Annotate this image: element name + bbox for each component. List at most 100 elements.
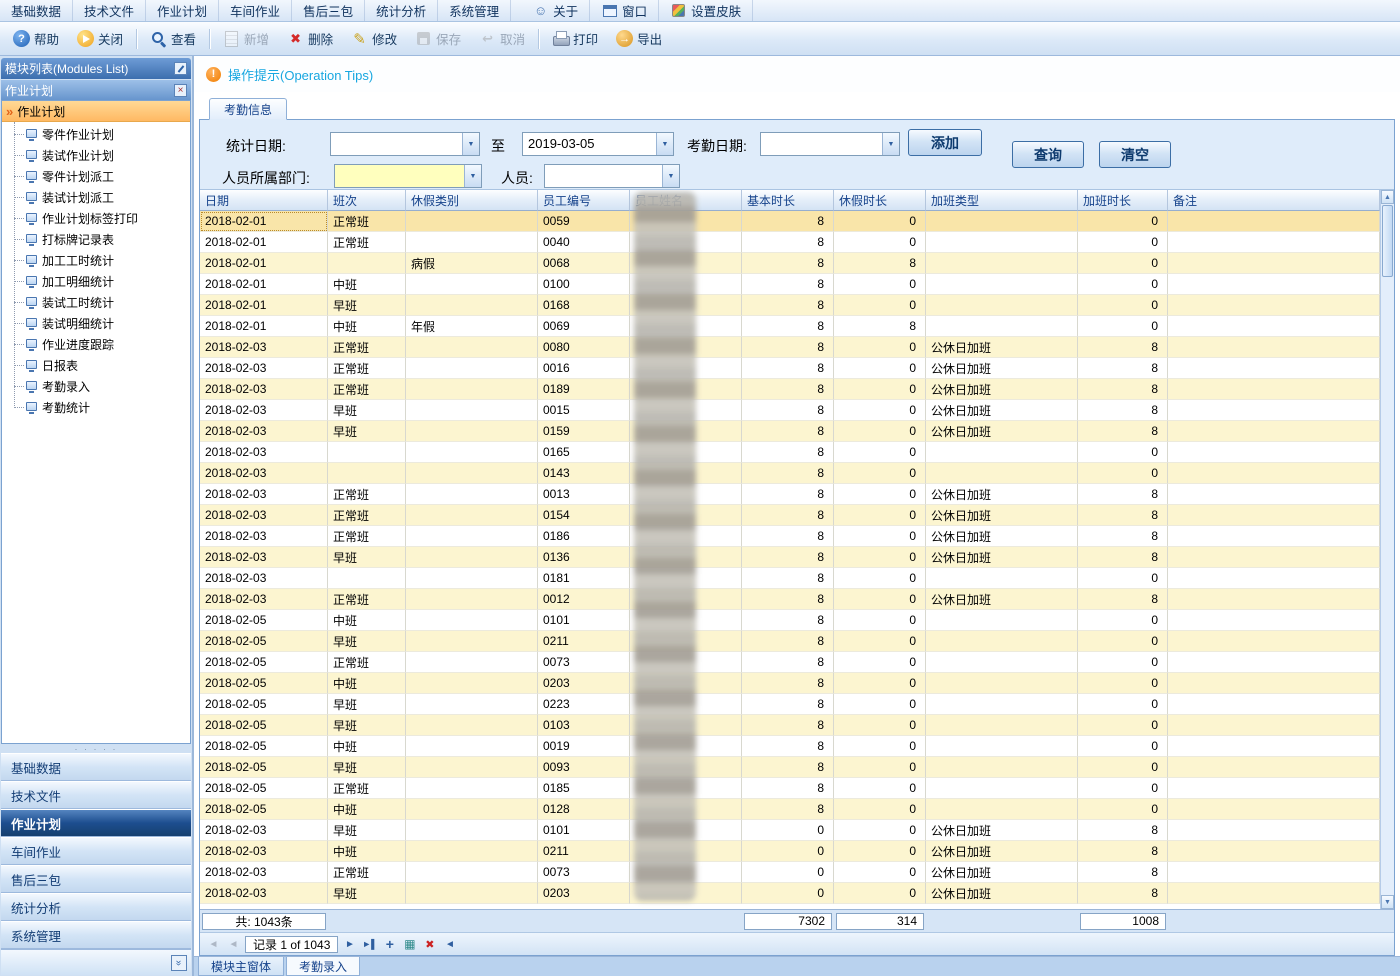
nav-prev-record-button[interactable] (225, 936, 242, 952)
vertical-scrollbar[interactable] (1380, 190, 1394, 909)
menu-icon-item-1[interactable]: 窗口 (590, 0, 660, 21)
toolbar-help-button[interactable]: 帮助 (4, 26, 68, 51)
bottom-tab-1[interactable]: 考勤录入 (286, 957, 361, 976)
sidebar-nav-2[interactable]: 作业计划 (1, 809, 191, 837)
tree-item-0[interactable]: 零件作业计划 (12, 124, 190, 145)
toolbar-print-button[interactable]: 打印 (543, 26, 607, 51)
double-chevron-icon[interactable] (171, 954, 187, 971)
stat-date-to-combo[interactable]: 2019-03-05 (522, 132, 674, 156)
nav-delete-button[interactable] (421, 936, 438, 952)
toolbar-cancel-button[interactable]: 取消 (470, 26, 534, 51)
dropdown-arrow-icon[interactable] (662, 165, 679, 187)
table-row[interactable]: 2018-02-01 正常班 0059 8 0 0 (200, 211, 1380, 232)
scroll-down-icon[interactable] (1381, 895, 1394, 909)
close-icon[interactable] (174, 83, 187, 97)
toolbar-add-button[interactable]: 新增 (214, 26, 278, 51)
person-combo[interactable] (544, 164, 680, 188)
table-row[interactable]: 2018-02-05 中班 0128 8 0 0 (200, 799, 1380, 820)
add-button[interactable]: 添加 (908, 129, 982, 156)
menu-icon-item-0[interactable]: 关于 (521, 0, 591, 21)
table-row[interactable]: 2018-02-03 正常班 0013 8 0 公休日加班 8 (200, 484, 1380, 505)
toolbar-export-button[interactable]: 导出 (607, 26, 671, 51)
table-row[interactable]: 2018-02-05 早班 0103 8 0 0 (200, 715, 1380, 736)
table-row[interactable]: 2018-02-03 正常班 0186 8 0 公休日加班 8 (200, 526, 1380, 547)
table-row[interactable]: 2018-02-03 0165 8 0 0 (200, 442, 1380, 463)
sidebar-nav-0[interactable]: 基础数据 (1, 753, 191, 781)
column-header-7[interactable]: 加班类型 (926, 190, 1078, 211)
column-header-2[interactable]: 休假类别 (406, 190, 538, 211)
tree-item-8[interactable]: 装试工时统计 (12, 292, 190, 313)
table-row[interactable]: 2018-02-03 早班 0101 0 0 公休日加班 8 (200, 820, 1380, 841)
toolbar-modify-button[interactable]: 修改 (342, 26, 406, 51)
tree-item-5[interactable]: 打标牌记录表 (12, 229, 190, 250)
table-row[interactable]: 2018-02-05 中班 0019 8 0 0 (200, 736, 1380, 757)
menu-item-4[interactable]: 售后三包 (292, 0, 366, 21)
table-row[interactable]: 2018-02-05 早班 0223 8 0 0 (200, 694, 1380, 715)
toolbar-delete-button[interactable]: 删除 (278, 26, 342, 51)
table-row[interactable]: 2018-02-03 正常班 0154 8 0 公休日加班 8 (200, 505, 1380, 526)
table-row[interactable]: 2018-02-01 正常班 0040 8 0 0 (200, 232, 1380, 253)
table-row[interactable]: 2018-02-05 正常班 0185 8 0 0 (200, 778, 1380, 799)
scroll-up-icon[interactable] (1381, 190, 1394, 204)
menu-item-3[interactable]: 车间作业 (219, 0, 293, 21)
clear-button[interactable]: 清空 (1099, 141, 1171, 168)
pin-icon[interactable] (174, 62, 187, 75)
tree-item-11[interactable]: 日报表 (12, 355, 190, 376)
menu-item-5[interactable]: 统计分析 (365, 0, 439, 21)
dropdown-arrow-icon[interactable] (882, 133, 899, 155)
dept-combo[interactable] (334, 164, 482, 188)
toolbar-close-button[interactable]: 关闭 (68, 26, 132, 51)
menu-icon-item-2[interactable]: 设置皮肤 (659, 0, 754, 21)
dropdown-arrow-icon[interactable] (464, 165, 481, 187)
table-row[interactable]: 2018-02-03 正常班 0073 0 0 公休日加班 8 (200, 862, 1380, 883)
table-row[interactable]: 2018-02-01 中班 年假 0069 8 8 0 (200, 316, 1380, 337)
tree-item-3[interactable]: 装试计划派工 (12, 187, 190, 208)
table-row[interactable]: 2018-02-01 病假 0068 8 8 0 (200, 253, 1380, 274)
table-row[interactable]: 2018-02-05 早班 0093 8 0 0 (200, 757, 1380, 778)
menu-item-1[interactable]: 技术文件 (73, 0, 147, 21)
table-row[interactable]: 2018-02-05 中班 0203 8 0 0 (200, 673, 1380, 694)
table-row[interactable]: 2018-02-03 早班 0159 8 0 公休日加班 8 (200, 421, 1380, 442)
toolbar-save-button[interactable]: 保存 (406, 26, 470, 51)
sidebar-nav-3[interactable]: 车间作业 (1, 837, 191, 865)
nav-first-record-button[interactable] (205, 936, 222, 952)
nav-cancel-edit-button[interactable] (441, 936, 458, 952)
table-row[interactable]: 2018-02-03 中班 0211 0 0 公休日加班 8 (200, 841, 1380, 862)
table-row[interactable]: 2018-02-03 正常班 0189 8 0 公休日加班 8 (200, 379, 1380, 400)
table-row[interactable]: 2018-02-05 正常班 0073 8 0 0 (200, 652, 1380, 673)
table-row[interactable]: 2018-02-05 早班 0211 8 0 0 (200, 631, 1380, 652)
table-row[interactable]: 2018-02-03 正常班 0012 8 0 公休日加班 8 (200, 589, 1380, 610)
sidebar-nav-5[interactable]: 统计分析 (1, 893, 191, 921)
table-row[interactable]: 2018-02-01 早班 0168 8 0 0 (200, 295, 1380, 316)
table-row[interactable]: 2018-02-03 早班 0015 8 0 公休日加班 8 (200, 400, 1380, 421)
tree-item-12[interactable]: 考勤录入 (12, 376, 190, 397)
attend-date-combo[interactable] (760, 132, 900, 156)
tree-item-1[interactable]: 装试作业计划 (12, 145, 190, 166)
dropdown-arrow-icon[interactable] (462, 133, 479, 155)
column-header-8[interactable]: 加班时长 (1078, 190, 1168, 211)
scrollbar-thumb[interactable] (1382, 205, 1393, 277)
column-header-3[interactable]: 员工编号 (538, 190, 630, 211)
tab-attendance-info[interactable]: 考勤信息 (209, 98, 288, 120)
menu-item-2[interactable]: 作业计划 (146, 0, 220, 21)
tree-item-2[interactable]: 零件计划派工 (12, 166, 190, 187)
column-header-9[interactable]: 备注 (1168, 190, 1380, 211)
table-row[interactable]: 2018-02-03 正常班 0080 8 0 公休日加班 8 (200, 337, 1380, 358)
table-row[interactable]: 2018-02-03 早班 0203 0 0 公休日加班 8 (200, 883, 1380, 904)
column-header-4[interactable]: 员工姓名 (630, 190, 742, 211)
table-row[interactable]: 2018-02-03 正常班 0016 8 0 公休日加班 8 (200, 358, 1380, 379)
menu-item-0[interactable]: 基础数据 (0, 0, 74, 21)
tree-item-9[interactable]: 装试明细统计 (12, 313, 190, 334)
table-row[interactable]: 2018-02-03 早班 0136 8 0 公休日加班 8 (200, 547, 1380, 568)
query-button[interactable]: 查询 (1012, 141, 1084, 168)
tree-item-7[interactable]: 加工明细统计 (12, 271, 190, 292)
tree-item-6[interactable]: 加工工时统计 (12, 250, 190, 271)
nav-last-record-button[interactable] (361, 936, 378, 952)
table-row[interactable]: 2018-02-01 中班 0100 8 0 0 (200, 274, 1380, 295)
dropdown-arrow-icon[interactable] (656, 133, 673, 155)
sidebar-splitter[interactable] (0, 744, 192, 753)
sidebar-nav-1[interactable]: 技术文件 (1, 781, 191, 809)
tree-item-10[interactable]: 作业进度跟踪 (12, 334, 190, 355)
tree-item-13[interactable]: 考勤统计 (12, 397, 190, 418)
tree-group-header[interactable]: 作业计划 (2, 101, 190, 122)
